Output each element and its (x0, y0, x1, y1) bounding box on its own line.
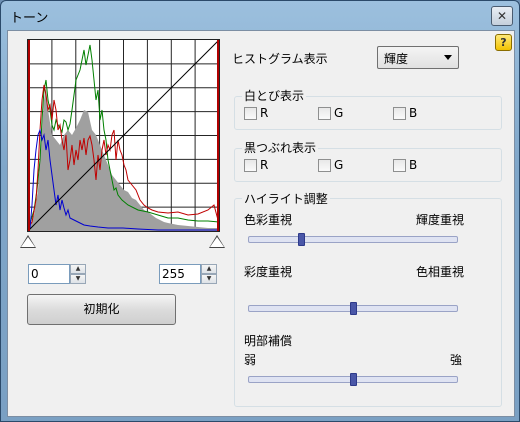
highlight-r-label: R (260, 106, 269, 120)
min-value-spinner[interactable]: 0 ▲ ▼ (28, 264, 86, 284)
shadow-clip-title: 黒つぶれ表示 (242, 139, 319, 156)
histogram-svg (28, 40, 219, 231)
highlight-b-label: B (409, 106, 418, 120)
slider-thumb[interactable] (298, 233, 305, 246)
shadow-g-checkbox[interactable] (318, 159, 331, 172)
shadow-b-checkbox[interactable] (393, 159, 406, 172)
highlight-r-checkbox[interactable] (244, 107, 257, 120)
color-vs-brightness-slider[interactable] (248, 233, 458, 246)
title-bar[interactable]: トーン ✕ (1, 1, 519, 29)
highlight-clip-title: 白とび表示 (242, 87, 307, 104)
help-icon[interactable]: ? (495, 34, 512, 51)
slider-thumb[interactable] (350, 373, 357, 386)
max-value-spinner[interactable]: 255 ▲ ▼ (159, 264, 217, 284)
highlight-g-label: G (334, 106, 344, 120)
shadow-r-label: R (260, 158, 269, 172)
histogram-display-select[interactable]: 輝度 (377, 46, 459, 69)
highlight-g-checkbox[interactable] (318, 107, 331, 120)
highlight-adjust-title: ハイライト調整 (242, 190, 330, 207)
brightness-compensation-label: 明部補償 (244, 334, 293, 348)
strong-label: 強 (450, 353, 463, 367)
spin-down-arrow-icon[interactable]: ▼ (201, 274, 217, 284)
tone-dialog: トーン ✕ ? 0 ▲ ▼ 255 ▲ ▼ 初期化 ヒストグラム表示 輝度 白と… (0, 0, 520, 422)
shadow-r-checkbox[interactable] (244, 159, 257, 172)
histogram-display-value: 輝度 (384, 52, 409, 66)
black-point-slider-handle[interactable] (20, 235, 36, 248)
white-point-slider-handle[interactable] (209, 235, 225, 248)
max-value-field[interactable]: 255 (159, 264, 201, 284)
hue-priority-label: 色相重視 (416, 265, 465, 279)
close-button[interactable]: ✕ (491, 6, 513, 26)
reset-button[interactable]: 初期化 (27, 294, 176, 325)
brightness-compensation-slider[interactable] (248, 373, 458, 386)
dialog-content: ? 0 ▲ ▼ 255 ▲ ▼ 初期化 ヒストグラム表示 輝度 白とび表示 R … (7, 30, 515, 417)
spin-down-arrow-icon[interactable]: ▼ (70, 274, 86, 284)
color-priority-label: 色彩重視 (244, 213, 293, 227)
brightness-priority-label: 輝度重視 (416, 213, 465, 227)
saturation-priority-label: 彩度重視 (244, 265, 293, 279)
histogram-graph[interactable] (27, 39, 220, 232)
spin-up-arrow-icon[interactable]: ▲ (70, 264, 86, 274)
shadow-g-label: G (334, 158, 344, 172)
window-title: トーン (10, 11, 49, 26)
min-value-field[interactable]: 0 (28, 264, 70, 284)
histogram-display-label: ヒストグラム表示 (232, 52, 328, 66)
close-icon: ✕ (496, 9, 508, 23)
shadow-b-label: B (409, 158, 418, 172)
spin-up-arrow-icon[interactable]: ▲ (201, 264, 217, 274)
weak-label: 弱 (244, 353, 257, 367)
highlight-b-checkbox[interactable] (393, 107, 406, 120)
saturation-vs-hue-slider[interactable] (248, 302, 458, 315)
chevron-down-icon (444, 55, 452, 60)
slider-thumb[interactable] (350, 302, 357, 315)
